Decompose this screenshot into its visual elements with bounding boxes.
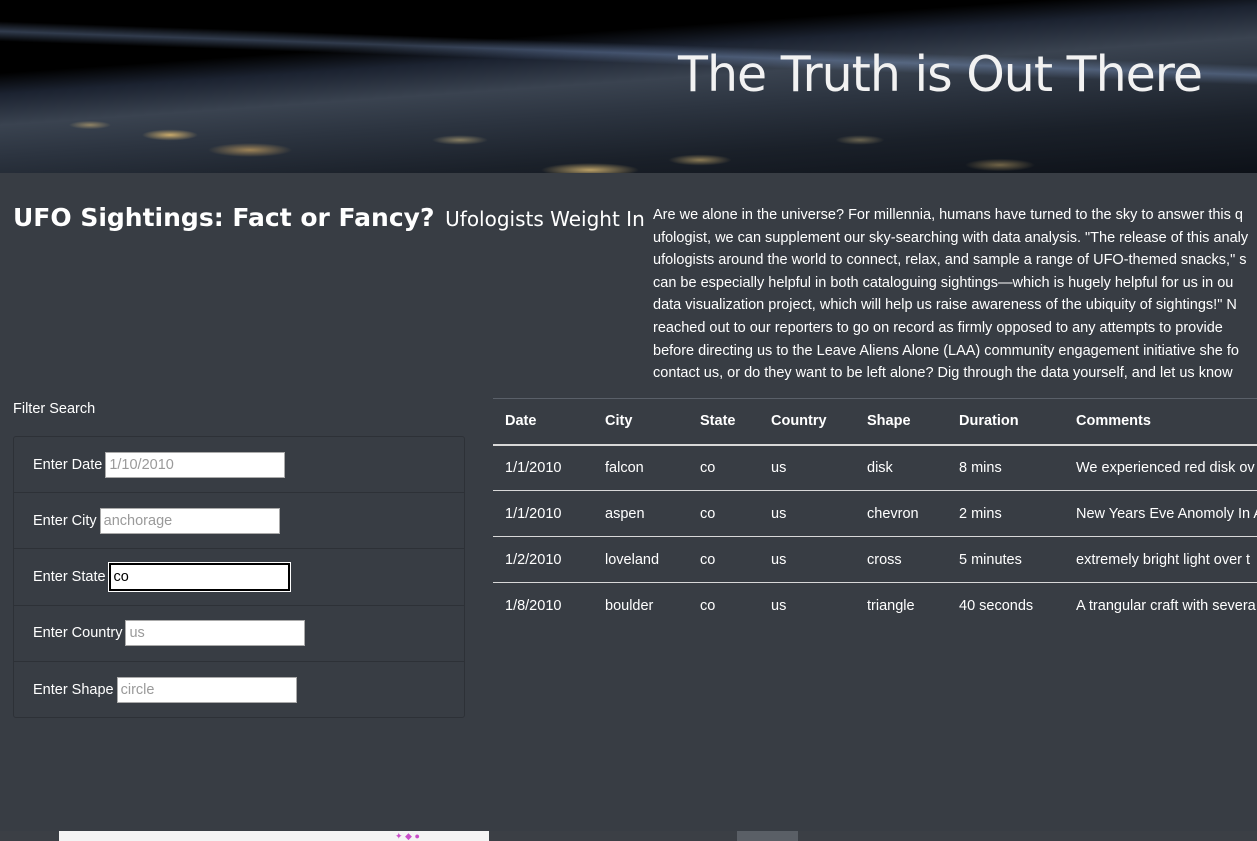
cell-date: 1/1/2010: [493, 444, 593, 491]
cell-city: falcon: [593, 444, 688, 491]
cell-duration: 5 minutes: [947, 536, 1064, 583]
table-row: 1/8/2010 boulder co us triangle 40 secon…: [493, 583, 1257, 629]
cell-state: co: [688, 536, 759, 583]
table-row: 1/1/2010 falcon co us disk 8 mins We exp…: [493, 444, 1257, 491]
intro-line: ufologist, we can supplement our sky-sea…: [653, 229, 1249, 246]
cell-comments: extremely bright light over t: [1064, 536, 1257, 583]
cell-comments: We experienced red disk ov: [1064, 444, 1257, 491]
horizontal-scrollbar-thumb[interactable]: [737, 831, 798, 841]
column-header-duration: Duration: [947, 398, 1064, 446]
table-row: 1/1/2010 aspen co us chevron 2 mins New …: [493, 490, 1257, 537]
intro-line: Are we alone in the universe? For millen…: [653, 207, 1243, 223]
shape-field-label: Enter Shape: [33, 681, 114, 698]
column-header-country: Country: [759, 398, 855, 446]
cell-duration: 40 seconds: [959, 597, 1034, 614]
page-title: UFO Sightings: Fact or Fancy? Ufologists…: [13, 203, 645, 233]
cell-duration: 2 mins: [947, 490, 1064, 537]
column-header-comments: Comments: [1064, 398, 1257, 446]
intro-line: ufologists around the world to connect, …: [653, 252, 1247, 269]
intro-line: data visualization project, which will h…: [653, 297, 1237, 314]
cell-country: us: [759, 444, 855, 491]
city-field-label: Enter City: [33, 512, 97, 529]
page-title-sub: Ufologists Weight In: [445, 207, 645, 231]
cell-shape: cross: [855, 536, 947, 583]
column-header-city: City: [593, 398, 688, 446]
cell-country: us: [759, 490, 855, 537]
country-field[interactable]: [125, 620, 306, 647]
cell-city: boulder: [605, 597, 654, 614]
cell-shape: triangle: [867, 597, 915, 614]
cell-date: 1/2/2010: [493, 536, 593, 583]
cell-duration: 8 mins: [947, 444, 1064, 491]
shape-field[interactable]: [116, 676, 297, 703]
date-field[interactable]: [105, 451, 286, 478]
filter-row-shape: Enter Shape: [14, 662, 464, 718]
column-header-shape: Shape: [855, 398, 947, 446]
state-field[interactable]: [108, 562, 290, 591]
sightings-table: Date City State Country Shape Duration C…: [493, 398, 1257, 629]
intro-paragraph: Are we alone in the universe? For millen…: [653, 204, 1257, 384]
cell-state: co: [688, 444, 759, 491]
taskbar-window-preview[interactable]: [59, 831, 489, 841]
country-field-label: Enter Country: [33, 625, 123, 642]
filter-panel: Enter Date Enter City Enter State Enter …: [13, 436, 465, 718]
cell-state: co: [700, 597, 716, 614]
cell-country: us: [759, 536, 855, 583]
city-field[interactable]: [99, 507, 280, 534]
taskbar: ✦ ◆ ●: [0, 831, 1257, 841]
filter-row-city: Enter City: [14, 493, 464, 550]
cell-country: us: [771, 597, 787, 614]
cell-comments: New Years Eve Anomoly In A: [1064, 490, 1257, 537]
table-row: 1/2/2010 loveland co us cross 5 minutes …: [493, 536, 1257, 583]
sightings-table-container: Date City State Country Shape Duration C…: [493, 398, 1257, 629]
intro-line: contact us, or do they want to be left a…: [653, 365, 1233, 382]
cell-date: 1/8/2010: [505, 597, 562, 614]
filter-row-date: Enter Date: [14, 437, 464, 494]
cell-shape: chevron: [855, 490, 947, 537]
column-header-date: Date: [493, 398, 593, 446]
intro-line: can be especially helpful in both catalo…: [653, 274, 1234, 291]
filter-row-state: Enter State: [14, 549, 464, 606]
cell-state: co: [688, 490, 759, 537]
hero-title: The Truth is Out There: [678, 46, 1203, 103]
cell-city: loveland: [593, 536, 688, 583]
table-header-row: Date City State Country Shape Duration C…: [493, 398, 1257, 446]
app-icons: ✦ ◆ ●: [395, 831, 420, 841]
intro-line: before directing us to the Leave Aliens …: [653, 342, 1239, 359]
intro-line: reached out to our reporters to go on re…: [653, 319, 1223, 336]
state-field-label: Enter State: [33, 568, 106, 585]
cell-date: 1/1/2010: [493, 490, 593, 537]
column-header-state: State: [688, 398, 759, 446]
filter-search-title: Filter Search: [13, 401, 96, 417]
cell-city: aspen: [593, 490, 688, 537]
filter-row-country: Enter Country: [14, 606, 464, 662]
page-title-main: UFO Sightings: Fact or Fancy?: [13, 203, 435, 232]
hero-banner: The Truth is Out There: [0, 0, 1257, 173]
cell-comments: A trangular craft with severa: [1076, 597, 1256, 614]
date-field-label: Enter Date: [33, 456, 103, 473]
cell-shape: disk: [855, 444, 947, 491]
